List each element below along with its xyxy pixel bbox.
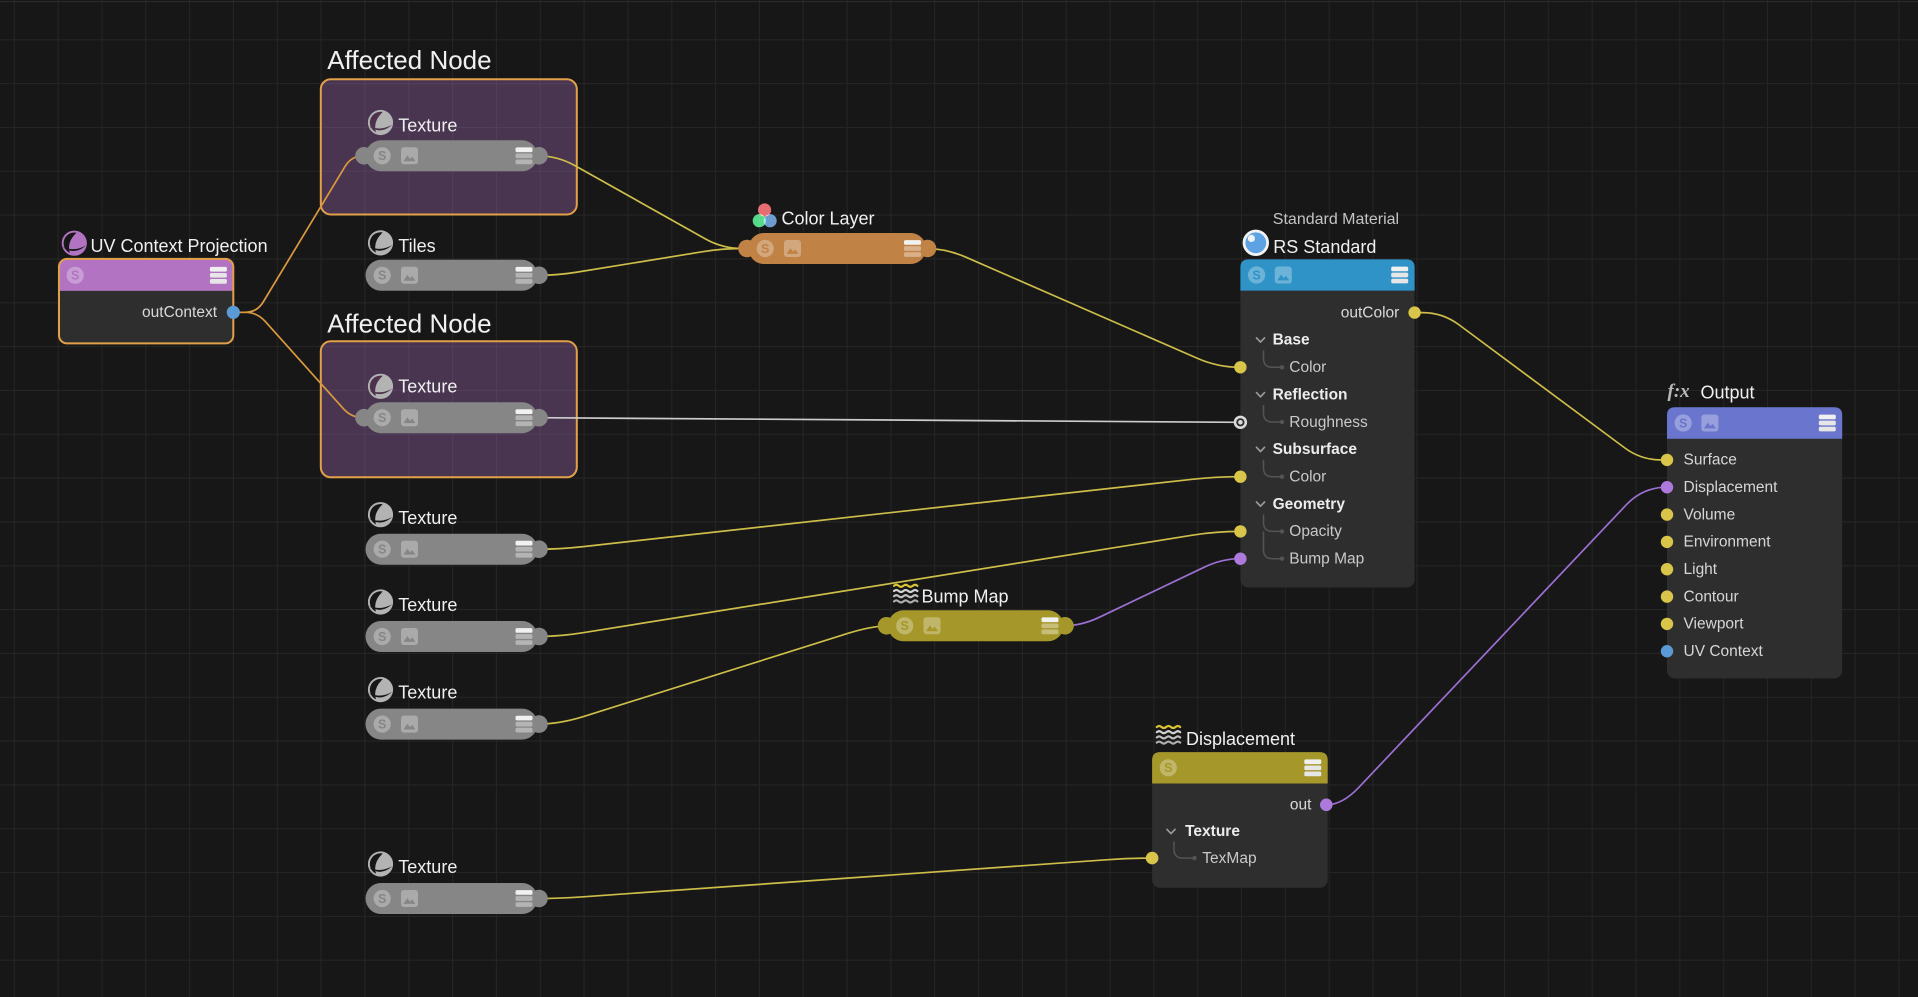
svg-text:S: S bbox=[378, 269, 386, 283]
svg-text:UV Context: UV Context bbox=[1684, 643, 1764, 660]
svg-text:Contour: Contour bbox=[1684, 588, 1739, 605]
svg-text:S: S bbox=[1252, 268, 1260, 282]
svg-text:Light: Light bbox=[1684, 561, 1718, 578]
svg-text:Color: Color bbox=[1289, 359, 1326, 376]
svg-text:Texture: Texture bbox=[398, 857, 457, 877]
svg-text:S: S bbox=[71, 269, 79, 283]
svg-text:Reflection: Reflection bbox=[1273, 386, 1348, 403]
svg-text:S: S bbox=[378, 149, 386, 163]
svg-text:S: S bbox=[761, 242, 769, 256]
svg-text:S: S bbox=[1164, 761, 1172, 775]
svg-text:Opacity: Opacity bbox=[1289, 523, 1342, 540]
svg-text:Displacement: Displacement bbox=[1186, 729, 1295, 749]
svg-text:Texture: Texture bbox=[398, 377, 457, 397]
svg-text:RS Standard: RS Standard bbox=[1273, 237, 1376, 257]
svg-text:S: S bbox=[378, 718, 386, 732]
svg-text:Tiles: Tiles bbox=[398, 236, 435, 256]
svg-text:S: S bbox=[378, 630, 386, 644]
svg-text:Color: Color bbox=[1289, 469, 1326, 486]
svg-text:Base: Base bbox=[1273, 332, 1310, 349]
svg-text:Texture: Texture bbox=[398, 595, 457, 615]
svg-text:Geometry: Geometry bbox=[1273, 496, 1346, 513]
svg-text:Volume: Volume bbox=[1684, 506, 1736, 523]
svg-text:Viewport: Viewport bbox=[1684, 616, 1745, 633]
svg-text:Texture: Texture bbox=[398, 508, 457, 528]
svg-text:S: S bbox=[378, 892, 386, 906]
svg-text:S: S bbox=[1679, 416, 1687, 430]
svg-text:Standard Material: Standard Material bbox=[1273, 211, 1399, 228]
svg-text:f:x: f:x bbox=[1668, 381, 1691, 402]
svg-text:Bump Map: Bump Map bbox=[1289, 551, 1364, 568]
svg-text:TexMap: TexMap bbox=[1202, 850, 1256, 867]
svg-text:Bump Map: Bump Map bbox=[922, 586, 1009, 606]
svg-text:S: S bbox=[901, 619, 909, 633]
svg-text:Affected Node: Affected Node bbox=[327, 309, 491, 339]
svg-text:outContext: outContext bbox=[142, 304, 218, 321]
svg-text:UV Context Projection: UV Context Projection bbox=[91, 236, 268, 256]
svg-text:Roughness: Roughness bbox=[1289, 414, 1368, 431]
svg-text:Surface: Surface bbox=[1684, 452, 1737, 469]
svg-text:Environment: Environment bbox=[1684, 534, 1772, 551]
svg-text:Displacement: Displacement bbox=[1684, 479, 1779, 496]
svg-text:Texture: Texture bbox=[398, 683, 457, 703]
svg-text:Affected Node: Affected Node bbox=[327, 45, 491, 75]
svg-text:S: S bbox=[378, 411, 386, 425]
svg-text:Color Layer: Color Layer bbox=[782, 209, 875, 229]
svg-text:Texture: Texture bbox=[1185, 823, 1240, 840]
svg-text:Subsurface: Subsurface bbox=[1273, 441, 1358, 458]
svg-text:Output: Output bbox=[1701, 382, 1755, 402]
svg-text:Texture: Texture bbox=[398, 116, 457, 136]
svg-text:out: out bbox=[1290, 797, 1312, 814]
svg-text:outColor: outColor bbox=[1341, 304, 1400, 321]
svg-text:S: S bbox=[378, 543, 386, 557]
